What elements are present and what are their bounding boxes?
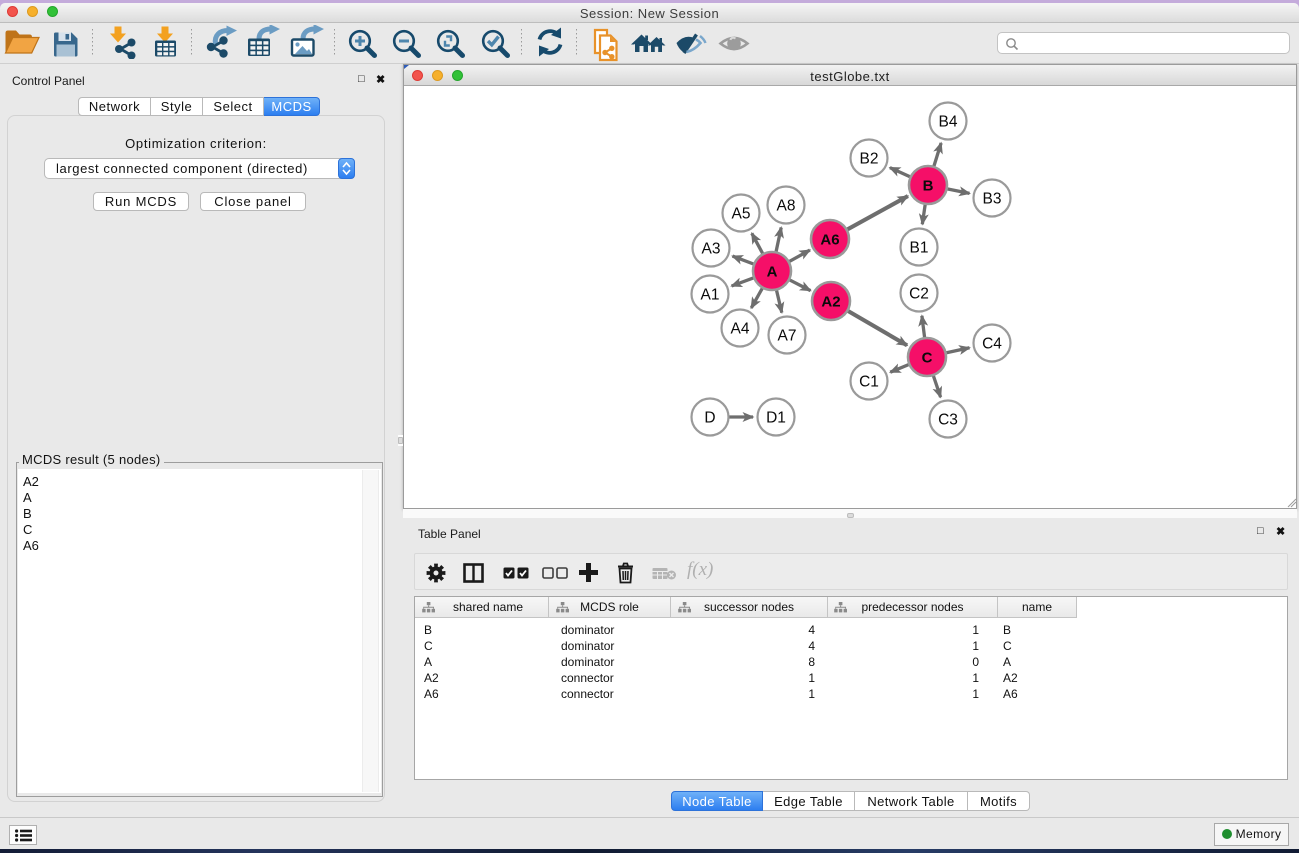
svg-text:A2: A2 [821, 294, 840, 311]
svg-text:A3: A3 [702, 241, 721, 258]
svg-text:A1: A1 [701, 287, 720, 304]
svg-text:C1: C1 [859, 374, 879, 391]
svg-text:C: C [922, 350, 933, 367]
svg-text:B4: B4 [939, 114, 958, 131]
svg-text:B2: B2 [860, 151, 879, 168]
svg-text:A6: A6 [820, 232, 839, 249]
svg-text:B1: B1 [910, 240, 929, 257]
svg-text:C3: C3 [938, 412, 958, 429]
svg-text:A: A [767, 264, 778, 281]
svg-text:C2: C2 [909, 286, 929, 303]
svg-text:A8: A8 [777, 198, 796, 215]
svg-text:D: D [704, 410, 715, 427]
svg-text:B: B [923, 178, 934, 195]
svg-text:B3: B3 [983, 191, 1002, 208]
svg-text:C4: C4 [982, 336, 1002, 353]
svg-text:A4: A4 [731, 321, 750, 338]
svg-text:A5: A5 [732, 206, 751, 223]
svg-text:D1: D1 [766, 410, 786, 427]
svg-text:A7: A7 [778, 328, 797, 345]
